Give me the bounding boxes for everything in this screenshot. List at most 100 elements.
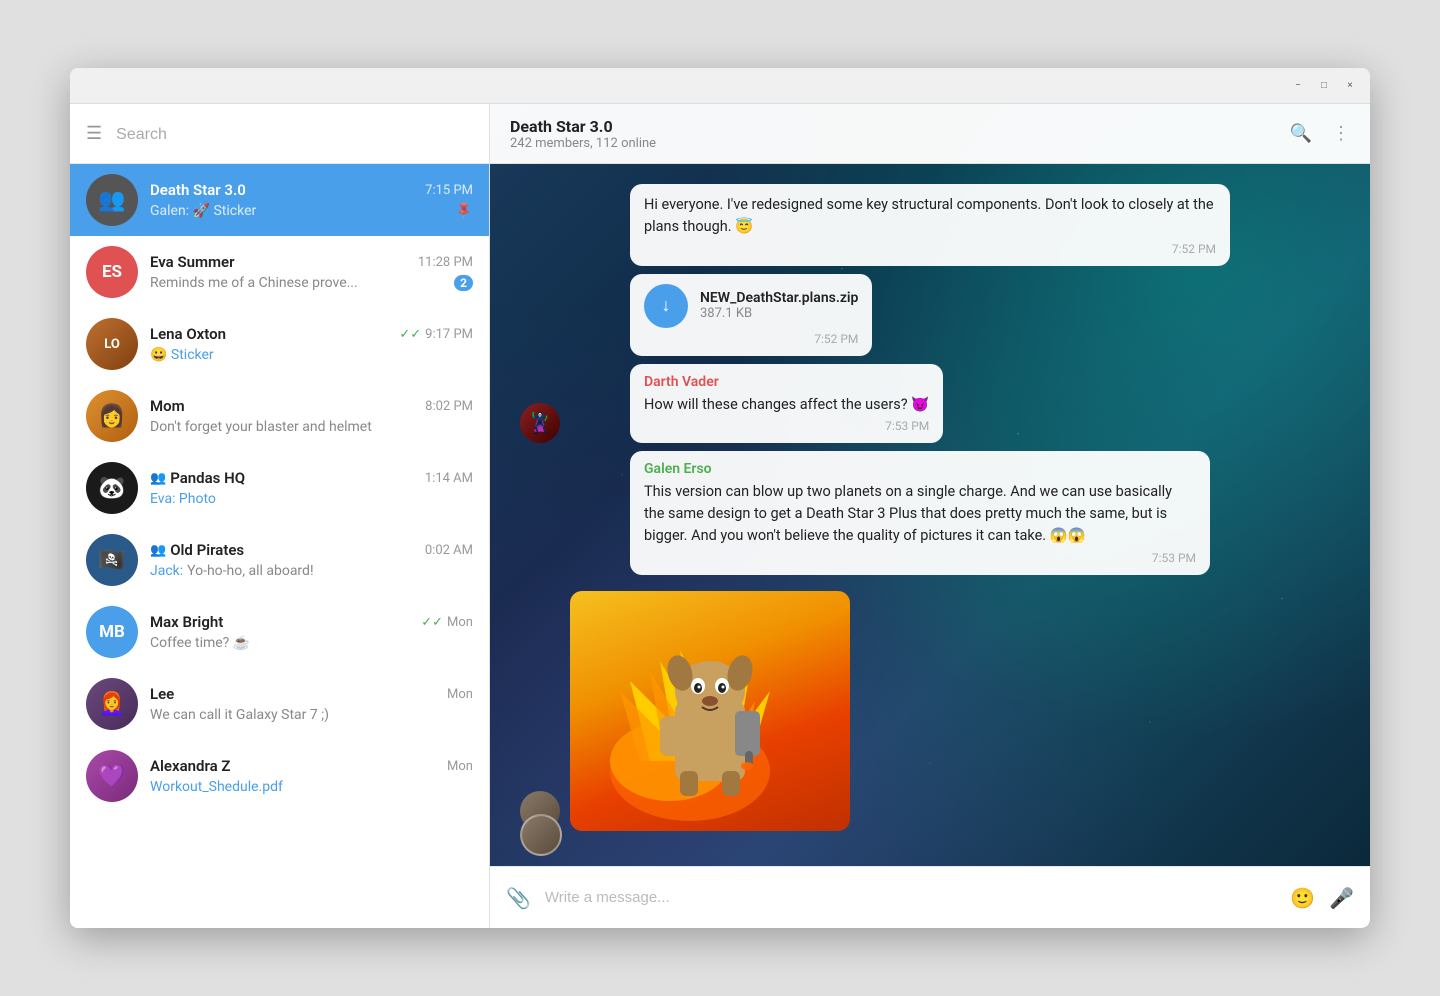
avatar-placeholder-2 — [520, 316, 560, 356]
chat-header-subtitle: 242 members, 112 online — [510, 136, 656, 151]
pin-icon: 📌 — [452, 203, 473, 219]
chat-preview-lee: We can call it Galaxy Star 7 ;) — [150, 707, 473, 723]
chat-time-max-bright: Mon — [447, 615, 473, 630]
chat-preview-old-pirates: Jack: Yo-ho-ho, all aboard! — [150, 563, 473, 579]
chat-time-eva-summer: 11:28 PM — [418, 255, 473, 270]
chat-header-name: Death Star 3.0 — [510, 117, 656, 136]
avatar-eva-summer: ES — [86, 246, 138, 298]
message-bubble-4: Galen Erso This version can blow up two … — [630, 451, 1210, 574]
chat-info-lena-oxton: Lena Oxton ✓✓ 9:17 PM 😀 Sticker — [150, 325, 473, 363]
chat-name-lee: Lee — [150, 685, 174, 703]
double-check-max: ✓✓ — [421, 615, 443, 630]
app-window: − □ × ☰ 👥 — [70, 68, 1370, 928]
msg-time-3: 7:53 PM — [644, 419, 929, 433]
avatar-pandas-hq: 🐼 — [86, 462, 138, 514]
attach-icon[interactable]: 📎 — [506, 886, 531, 910]
messages-container: Hi everyone. I've redesigned some key st… — [490, 164, 1370, 866]
message-row-3: 🦹 Darth Vader How will these changes aff… — [520, 364, 1340, 444]
avatar-galen-msg1 — [520, 226, 560, 266]
chat-name-pandas-hq: 👥 Pandas HQ — [150, 469, 245, 487]
chat-info-alexandra-z: Alexandra Z Mon Workout_Shedule.pdf — [150, 757, 473, 795]
chat-item-lena-oxton[interactable]: LO Lena Oxton ✓✓ 9:17 PM 😀 Sticker — [70, 308, 489, 380]
chat-item-old-pirates[interactable]: 🏴‍☠️ 👥 Old Pirates 0:02 AM Jack: Yo-ho-h… — [70, 524, 489, 596]
chat-time-mom: 8:02 PM — [425, 399, 473, 414]
sidebar: ☰ 👥 Death Star 3.0 7: — [70, 104, 490, 928]
file-message-2: ↓ NEW_DeathStar.plans.zip 387.1 KB — [644, 284, 858, 328]
chat-name-mom: Mom — [150, 397, 185, 415]
chat-item-mom[interactable]: 👩 Mom 8:02 PM Don't forget your blaster … — [70, 380, 489, 452]
chat-input-area: 📎 🙂 🎤 — [490, 866, 1370, 928]
chat-name-max-bright: Max Bright — [150, 613, 223, 631]
avatar-placeholder-4 — [520, 535, 560, 575]
bottom-msg-avatar — [520, 814, 562, 856]
msg-text-4: This version can blow up two planets on … — [644, 481, 1196, 546]
chat-info-old-pirates: 👥 Old Pirates 0:02 AM Jack: Yo-ho-ho, al… — [150, 541, 473, 579]
file-download-button[interactable]: ↓ — [644, 284, 688, 328]
msg-time-1: 7:52 PM — [644, 242, 1216, 256]
sender-name-galen-erso: Galen Erso — [644, 461, 1196, 477]
double-check-lena: ✓✓ — [399, 327, 421, 342]
more-options-icon[interactable]: ⋮ — [1332, 123, 1350, 144]
chat-header: Death Star 3.0 242 members, 112 online 🔍… — [490, 104, 1370, 164]
message-input[interactable] — [545, 889, 1276, 906]
emoji-icon[interactable]: 🙂 — [1290, 886, 1315, 910]
chat-time-lee: Mon — [447, 687, 473, 702]
close-button[interactable]: × — [1342, 78, 1358, 94]
group-icon-pandas: 👥 — [150, 471, 166, 486]
chat-info-max-bright: Max Bright ✓✓ Mon Coffee time? ☕ — [150, 613, 473, 651]
search-chat-icon[interactable]: 🔍 — [1290, 123, 1312, 144]
chat-header-actions: 🔍 ⋮ — [1290, 123, 1350, 144]
chat-header-info: Death Star 3.0 242 members, 112 online — [510, 117, 656, 151]
chat-name-lena-oxton: Lena Oxton — [150, 325, 226, 343]
sticker-svg — [590, 601, 830, 821]
message-bubble-2: ↓ NEW_DeathStar.plans.zip 387.1 KB 7:52 … — [630, 274, 872, 356]
chat-name-old-pirates: 👥 Old Pirates — [150, 541, 244, 559]
sender-name-darth: Darth Vader — [644, 374, 929, 390]
chat-preview-mom: Don't forget your blaster and helmet — [150, 419, 473, 435]
chat-item-death-star[interactable]: 👥 Death Star 3.0 7:15 PM Galen: 🚀 Sticke… — [70, 164, 489, 236]
file-name: NEW_DeathStar.plans.zip — [700, 290, 858, 306]
chat-info-eva-summer: Eva Summer 11:28 PM Reminds me of a Chin… — [150, 253, 473, 291]
msg-text-1: Hi everyone. I've redesigned some key st… — [644, 194, 1216, 238]
chat-name-eva-summer: Eva Summer — [150, 253, 235, 271]
search-input[interactable] — [116, 126, 473, 144]
search-wrapper — [116, 124, 473, 144]
chat-item-lee[interactable]: 👩‍🦰 Lee Mon We can call it Galaxy Star 7… — [70, 668, 489, 740]
chat-item-eva-summer[interactable]: ES Eva Summer 11:28 PM Reminds me of a C… — [70, 236, 489, 308]
group-icon-pirates: 👥 — [150, 543, 166, 558]
avatar-darth: 🦹 — [520, 403, 560, 443]
title-bar: − □ × — [70, 68, 1370, 104]
sidebar-header: ☰ — [70, 104, 489, 164]
chat-item-max-bright[interactable]: MB Max Bright ✓✓ Mon Coffee time? ☕ — [70, 596, 489, 668]
avatar-alexandra-z: 💜 — [86, 750, 138, 802]
sticker-container — [570, 591, 850, 831]
chat-item-alexandra-z[interactable]: 💜 Alexandra Z Mon Workout_Shedule.pdf — [70, 740, 489, 812]
chat-preview-pandas-hq: Eva: Photo — [150, 491, 473, 507]
chat-list: 👥 Death Star 3.0 7:15 PM Galen: 🚀 Sticke… — [70, 164, 489, 928]
chat-item-pandas-hq[interactable]: 🐼 👥 Pandas HQ 1:14 AM Eva: Photo — [70, 452, 489, 524]
chat-time-lena-oxton: 9:17 PM — [425, 327, 473, 342]
menu-icon[interactable]: ☰ — [86, 123, 102, 144]
minimize-button[interactable]: − — [1290, 78, 1306, 94]
mic-icon[interactable]: 🎤 — [1329, 886, 1354, 910]
title-bar-buttons: − □ × — [1290, 78, 1358, 94]
chat-preview-max-bright: Coffee time? ☕ — [150, 635, 473, 651]
maximize-button[interactable]: □ — [1316, 78, 1332, 94]
chat-name-death-star: Death Star 3.0 — [150, 181, 246, 199]
chat-area: Death Star 3.0 242 members, 112 online 🔍… — [490, 104, 1370, 928]
msg-time-2: 7:52 PM — [644, 332, 858, 346]
chat-time-pandas-hq: 1:14 AM — [425, 471, 473, 486]
file-info: NEW_DeathStar.plans.zip 387.1 KB — [700, 290, 858, 321]
avatar-death-star: 👥 — [86, 174, 138, 226]
msg-text-3: How will these changes affect the users?… — [644, 394, 929, 416]
message-bubble-3: Darth Vader How will these changes affec… — [630, 364, 943, 444]
chat-preview-eva-summer: Reminds me of a Chinese prove... 2 — [150, 275, 473, 291]
chat-info-death-star: Death Star 3.0 7:15 PM Galen: 🚀 Sticker … — [150, 181, 473, 219]
message-row-5 — [520, 591, 1340, 831]
avatar-lena-oxton: LO — [86, 318, 138, 370]
avatar-lee: 👩‍🦰 — [86, 678, 138, 730]
chat-time-death-star: 7:15 PM — [425, 183, 473, 198]
badge-eva-summer: 2 — [454, 275, 473, 291]
message-row-1: Hi everyone. I've redesigned some key st… — [520, 184, 1340, 266]
message-row-4: Galen Erso This version can blow up two … — [520, 451, 1340, 574]
